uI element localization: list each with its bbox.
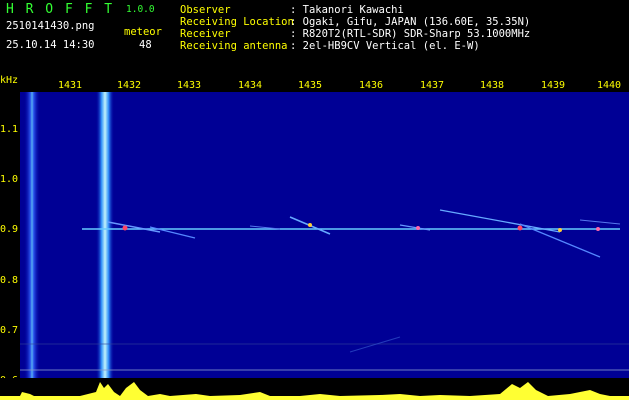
- x-tick: 1432: [116, 80, 142, 91]
- interference-band-main: [96, 92, 114, 400]
- x-tick: 1437: [419, 80, 445, 91]
- y-axis-unit: kHz: [0, 75, 19, 86]
- y-tick: 0.8: [0, 275, 19, 286]
- hrofft-window: H R O F F T 1.0.0 2510141430.png meteor …: [0, 0, 629, 400]
- interference-band-left: [24, 92, 40, 400]
- info-label-observer: Observer: [180, 4, 231, 16]
- info-value-antenna: : 2el-HB9CV Vertical (el. E-W): [290, 40, 480, 52]
- date-time: 25.10.14 14:30: [6, 39, 95, 51]
- app-version: 1.0.0: [126, 4, 155, 15]
- activity-strip: [0, 378, 629, 400]
- file-name: 2510141430.png: [6, 20, 95, 32]
- echo-hotspot: [596, 227, 600, 231]
- meteor-label: meteor: [124, 26, 162, 38]
- echo-hotspot: [416, 226, 420, 230]
- echo-hotspot: [517, 225, 523, 231]
- info-label-antenna: Receiving antenna: [180, 40, 288, 52]
- x-tick: 1434: [237, 80, 263, 91]
- info-value-observer: : Takanori Kawachi: [290, 4, 404, 16]
- info-value-location: : Ogaki, Gifu, JAPAN (136.60E, 35.35N): [290, 16, 531, 28]
- x-tick: 1431: [57, 80, 83, 91]
- info-label-receiver: Receiver: [180, 28, 231, 40]
- x-tick: 1436: [358, 80, 384, 91]
- y-tick: 1.0: [0, 174, 19, 185]
- x-tick: 1435: [297, 80, 323, 91]
- echo-hotspot: [122, 225, 128, 231]
- x-tick: 1433: [176, 80, 202, 91]
- y-tick: 1.1: [0, 124, 19, 135]
- spectrogram: [20, 92, 629, 400]
- y-tick: 0.9: [0, 224, 19, 235]
- y-tick: 0.7: [0, 325, 19, 336]
- echo-hotspot: [558, 228, 562, 232]
- info-value-receiver: : R820T2(RTL-SDR) SDR-Sharp 53.1000MHz: [290, 28, 531, 40]
- info-label-location: Receiving Location: [180, 16, 294, 28]
- x-tick: 1440: [596, 80, 622, 91]
- app-title: H R O F F T: [6, 2, 115, 17]
- meteor-count: 48: [139, 39, 152, 51]
- x-tick: 1438: [479, 80, 505, 91]
- echo-hotspot: [308, 223, 312, 227]
- x-tick: 1439: [540, 80, 566, 91]
